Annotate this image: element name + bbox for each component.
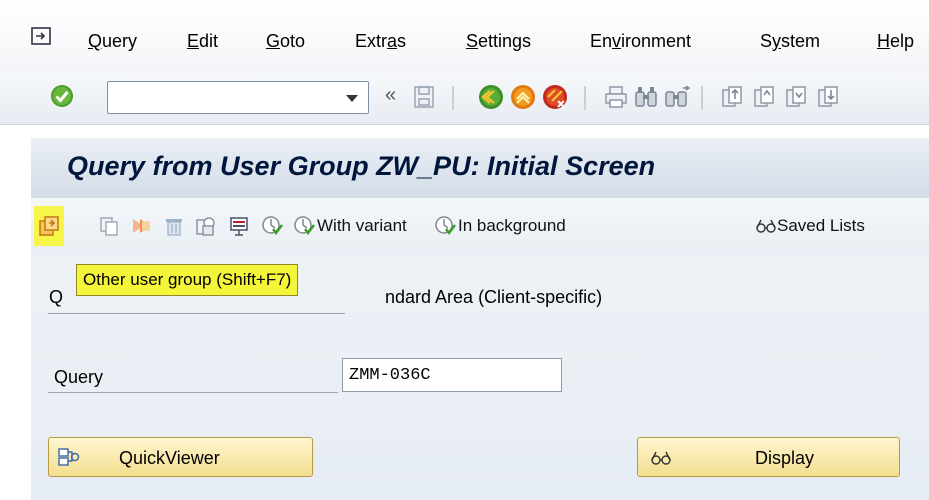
system-menu-icon[interactable]: [31, 27, 53, 47]
quickviewer-icon: [58, 448, 80, 466]
find-icon[interactable]: [634, 86, 658, 108]
glasses-icon: [651, 451, 671, 465]
toolbar-separator: [452, 86, 454, 110]
other-user-group-button[interactable]: [34, 206, 64, 246]
delete-icon[interactable]: [163, 215, 185, 237]
copy-icon[interactable]: [99, 216, 119, 236]
display-button[interactable]: Display: [637, 437, 900, 477]
back-icon[interactable]: [478, 84, 504, 110]
menu-settings[interactable]: Settings: [466, 31, 531, 52]
rename-icon[interactable]: [131, 215, 153, 237]
standard-toolbar: «: [0, 74, 929, 125]
description-icon[interactable]: [195, 215, 217, 237]
area-label-text: ndard Area (Client-specific): [385, 287, 603, 307]
execute-icon[interactable]: [261, 215, 283, 237]
enter-check-icon[interactable]: [50, 84, 74, 108]
toolbar-separator: [701, 86, 703, 110]
quickviewer-label: QuickViewer: [119, 448, 220, 468]
layout-icon[interactable]: [229, 215, 251, 237]
in-background-button[interactable]: In background: [458, 216, 566, 236]
glasses-icon[interactable]: [755, 217, 777, 235]
menu-environment[interactable]: Environment: [590, 31, 691, 52]
menu-system[interactable]: System: [760, 31, 820, 52]
previous-page-icon[interactable]: [752, 85, 778, 109]
tooltip-other-user-group: Other user group (Shift+F7): [76, 264, 299, 296]
history-back-icon[interactable]: «: [385, 84, 396, 107]
menu-edit[interactable]: Edit: [187, 31, 218, 52]
query-input[interactable]: [342, 358, 562, 392]
exit-icon[interactable]: [510, 84, 536, 110]
menu-help[interactable]: Help: [877, 31, 914, 52]
title-bar: Query from User Group ZW_PU: Initial Scr…: [31, 138, 929, 199]
last-page-icon[interactable]: [816, 85, 842, 109]
menu-extras[interactable]: Extras: [355, 31, 406, 52]
quickviewer-button[interactable]: QuickViewer: [48, 437, 313, 477]
menu-bar: Query Edit Goto Extras Settings Environm…: [0, 0, 929, 74]
execute-with-variant-icon[interactable]: [293, 215, 315, 237]
first-page-icon[interactable]: [720, 85, 746, 109]
other-user-group-icon: [39, 216, 59, 236]
with-variant-button[interactable]: With variant: [317, 216, 407, 236]
next-page-icon[interactable]: [784, 85, 810, 109]
area-label-start: Q: [49, 287, 64, 307]
saved-lists-button[interactable]: Saved Lists: [777, 216, 865, 236]
background-execute-icon[interactable]: [434, 215, 456, 237]
menu-goto[interactable]: Goto: [266, 31, 305, 52]
command-field[interactable]: [107, 81, 369, 114]
application-toolbar: With variant In background Saved Lists: [31, 198, 929, 256]
query-label-underline: [48, 392, 338, 393]
find-next-icon[interactable]: [664, 86, 690, 108]
display-label: Display: [755, 448, 815, 468]
chevron-down-icon[interactable]: [346, 95, 358, 102]
menu-query[interactable]: Query: [88, 31, 137, 52]
query-label: Query: [54, 367, 104, 387]
toolbar-separator: [584, 86, 586, 110]
page-title: Query from User Group ZW_PU: Initial Scr…: [67, 151, 656, 181]
command-input[interactable]: [112, 87, 336, 109]
area-label-underline: [48, 313, 345, 314]
print-icon[interactable]: [604, 86, 628, 108]
cancel-icon[interactable]: [542, 84, 568, 110]
save-icon[interactable]: [413, 85, 435, 109]
